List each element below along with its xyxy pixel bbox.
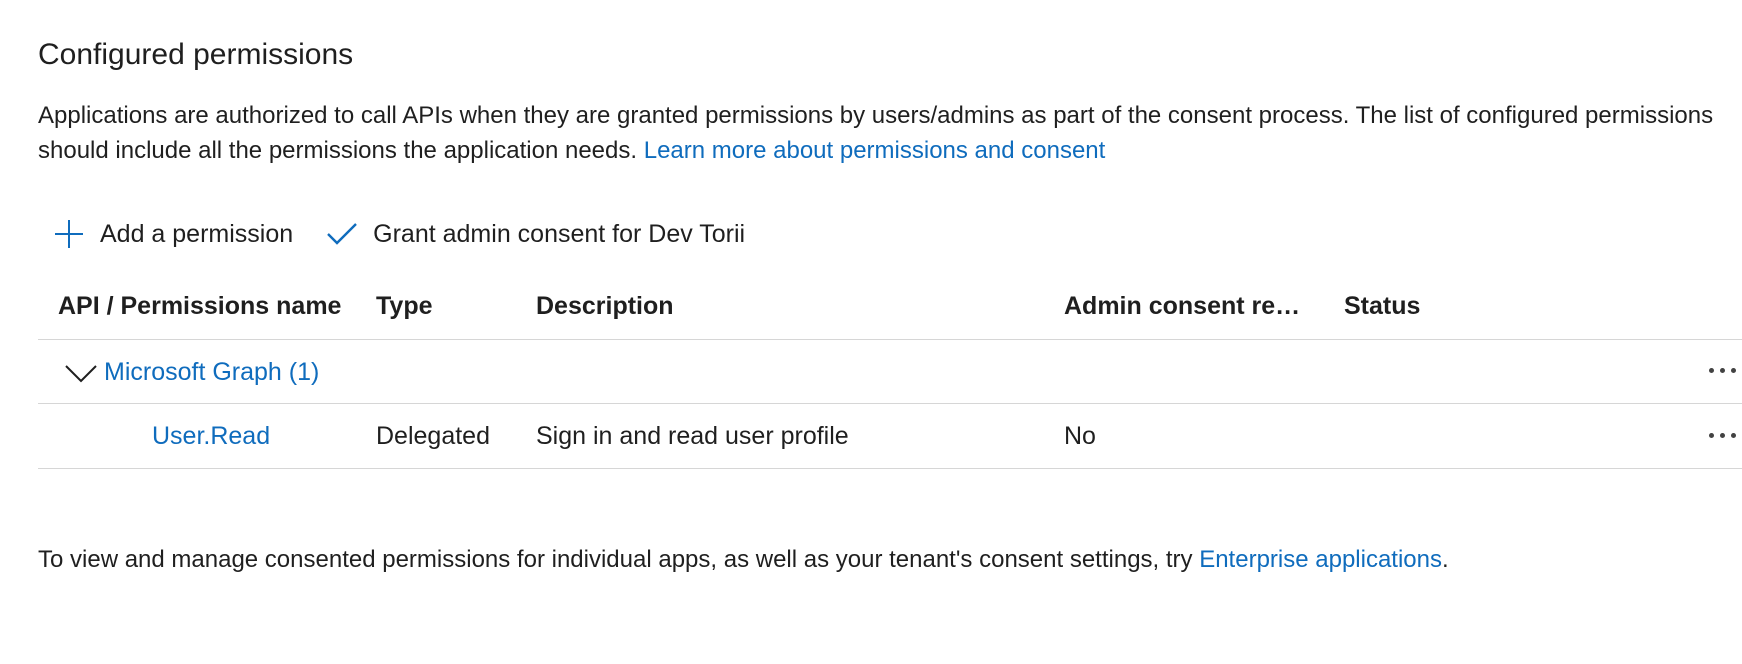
column-header-name[interactable]: API / Permissions name — [58, 292, 388, 321]
column-header-admin-consent[interactable]: Admin consent req... — [1064, 292, 1304, 321]
footer-note: To view and manage consented permissions… — [38, 546, 1449, 574]
section-description: Applications are authorized to call APIs… — [38, 98, 1738, 168]
add-permission-button[interactable]: Add a permission — [52, 217, 293, 251]
group-label-link[interactable]: Microsoft Graph (1) — [104, 358, 319, 387]
column-header-description[interactable]: Description — [536, 292, 1056, 321]
permission-admin-consent: No — [1064, 422, 1096, 450]
more-options-icon[interactable] — [1702, 355, 1742, 385]
group-row-microsoft-graph[interactable]: Microsoft Graph (1) — [38, 340, 1742, 404]
enterprise-applications-link[interactable]: Enterprise applications — [1199, 546, 1442, 573]
footer-suffix: . — [1442, 546, 1449, 573]
permission-name-link[interactable]: User.Read — [152, 422, 270, 451]
checkmark-icon — [325, 217, 359, 251]
permission-type: Delegated — [376, 422, 490, 450]
table-header-row: API / Permissions name Type Description … — [38, 278, 1742, 340]
grant-admin-consent-button[interactable]: Grant admin consent for Dev Torii — [325, 217, 745, 251]
permission-description: Sign in and read user profile — [536, 422, 849, 450]
more-options-icon[interactable] — [1702, 420, 1742, 450]
chevron-down-icon[interactable] — [64, 362, 98, 386]
toolbar: Add a permission Grant admin consent for… — [52, 214, 777, 254]
plus-icon — [52, 217, 86, 251]
column-header-status[interactable]: Status — [1344, 292, 1544, 321]
footer-text: To view and manage consented permissions… — [38, 546, 1200, 573]
column-header-type[interactable]: Type — [376, 292, 526, 321]
section-title: Configured permissions — [38, 38, 354, 71]
permissions-table: API / Permissions name Type Description … — [38, 278, 1742, 469]
table-row: User.Read Delegated Sign in and read use… — [38, 404, 1742, 469]
add-permission-label: Add a permission — [100, 219, 294, 248]
grant-admin-consent-label: Grant admin consent for Dev Torii — [373, 219, 746, 248]
learn-more-link[interactable]: Learn more about permissions and consent — [644, 137, 1106, 164]
